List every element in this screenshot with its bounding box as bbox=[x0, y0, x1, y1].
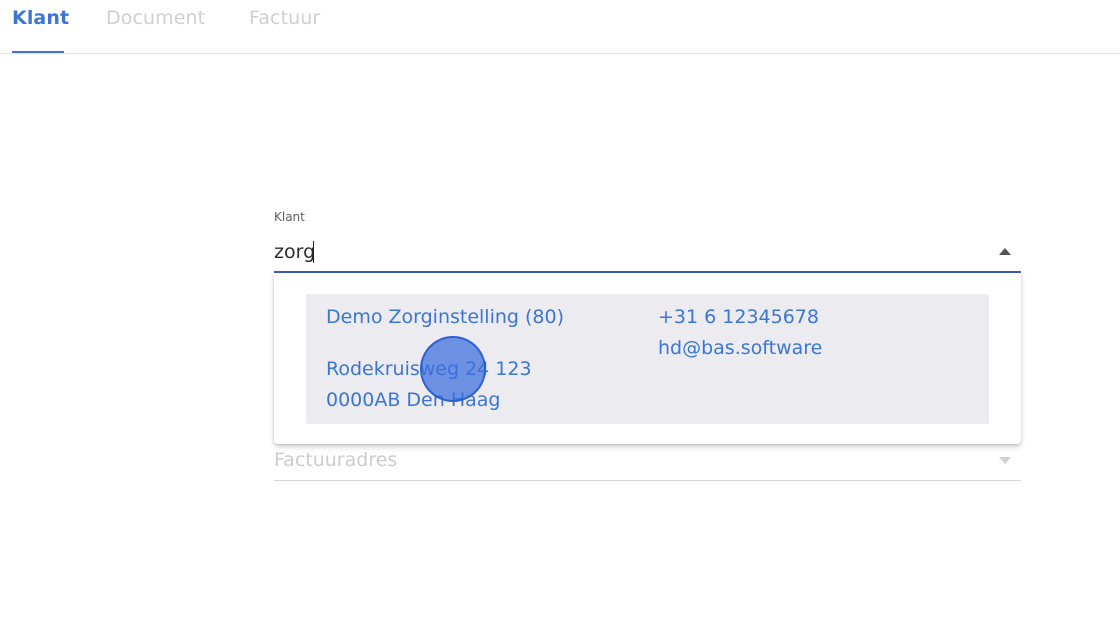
option-client-city: 0000AB Den Haag bbox=[326, 389, 501, 411]
klant-dropdown-list: Demo Zorginstelling (80) +31 6 12345678 … bbox=[274, 273, 1021, 444]
tab-bar: Klant Document Factuur bbox=[0, 0, 1120, 54]
factuuradres-underline bbox=[274, 480, 1021, 481]
dropdown-arrow-down-icon[interactable] bbox=[999, 457, 1011, 464]
dropdown-option-demo-zorginstelling[interactable]: Demo Zorginstelling (80) +31 6 12345678 … bbox=[306, 294, 989, 424]
factuuradres-select[interactable]: Factuuradres bbox=[274, 448, 397, 472]
dropdown-arrow-up-icon[interactable] bbox=[999, 248, 1011, 255]
option-client-street: Rodekruisweg 24 123 bbox=[326, 358, 532, 380]
klant-search-input[interactable] bbox=[274, 238, 974, 266]
klant-field-label: Klant bbox=[274, 210, 305, 224]
tab-document[interactable]: Document bbox=[106, 6, 205, 30]
text-cursor bbox=[313, 241, 314, 263]
tab-klant[interactable]: Klant bbox=[12, 6, 69, 30]
option-client-phone: +31 6 12345678 bbox=[658, 306, 819, 328]
tab-factuur[interactable]: Factuur bbox=[249, 6, 320, 30]
option-client-name: Demo Zorginstelling (80) bbox=[326, 306, 565, 328]
option-client-email: hd@bas.software bbox=[658, 337, 823, 359]
active-tab-indicator bbox=[12, 51, 64, 53]
